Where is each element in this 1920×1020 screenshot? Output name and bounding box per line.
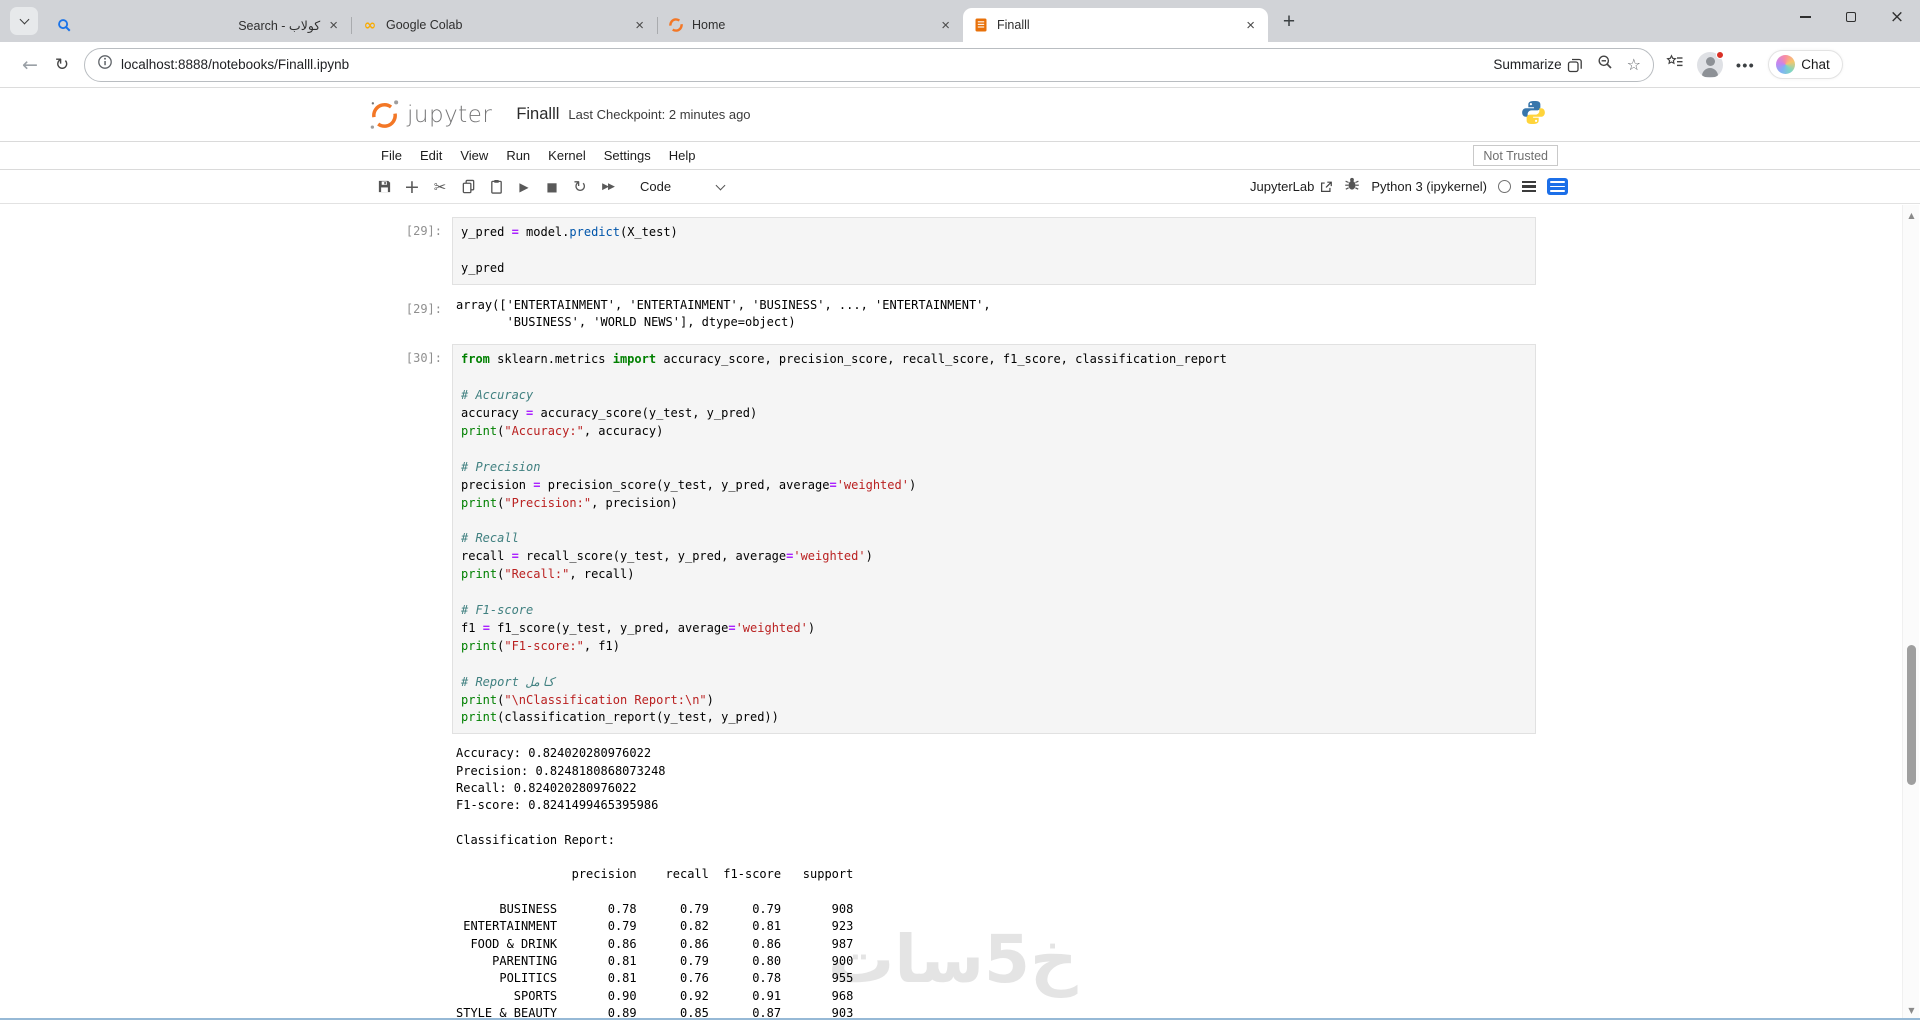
profile-button[interactable] bbox=[1697, 50, 1724, 78]
minimize-button[interactable] bbox=[1782, 0, 1828, 34]
maximize-icon bbox=[1846, 12, 1856, 22]
menu-bar: File Edit View Run Kernel Settings Help … bbox=[0, 141, 1920, 170]
menu-hamburger-icon[interactable] bbox=[1522, 180, 1536, 193]
jupyter-page: خ5سات jupyter Finalll Last Checkpoint: 2… bbox=[0, 88, 1920, 1020]
copilot-chat-button[interactable]: Chat bbox=[1768, 50, 1843, 79]
menu-edit[interactable]: Edit bbox=[411, 148, 451, 163]
tab-jupyter-home[interactable]: Home × bbox=[658, 8, 963, 42]
back-button[interactable]: ← bbox=[14, 49, 46, 81]
settings-more-icon[interactable]: ••• bbox=[1736, 57, 1755, 73]
zoom-out-icon[interactable] bbox=[1597, 54, 1613, 75]
not-trusted-badge[interactable]: Not Trusted bbox=[1473, 145, 1558, 166]
minimize-icon bbox=[1799, 16, 1811, 18]
close-icon: × bbox=[1889, 7, 1905, 27]
code-editor[interactable]: y_pred = model.predict(X_test) y_pred bbox=[452, 217, 1536, 285]
notebook-area: [29]: y_pred = model.predict(X_test) y_p… bbox=[0, 204, 1920, 1020]
refresh-icon: ↻ bbox=[54, 54, 70, 75]
tab-close-icon[interactable]: × bbox=[938, 18, 953, 33]
url-field[interactable]: localhost:8888/notebooks/Finalll.ipynb S… bbox=[84, 47, 1654, 82]
menu-view[interactable]: View bbox=[451, 148, 497, 163]
cell-29-output: [29]: array(['ENTERTAINMENT', 'ENTERTAIN… bbox=[375, 295, 1920, 334]
code-editor[interactable]: from sklearn.metrics import accuracy_sco… bbox=[452, 344, 1536, 735]
checkpoint-text: Last Checkpoint: 2 minutes ago bbox=[568, 107, 751, 122]
external-link-icon bbox=[1321, 181, 1333, 192]
insert-cell-button[interactable]: + bbox=[400, 175, 424, 199]
notebook-title[interactable]: Finalll bbox=[516, 105, 559, 124]
tab-title: Finalll bbox=[997, 18, 1030, 32]
kernel-status-icon bbox=[1498, 180, 1511, 193]
restart-run-all-button[interactable]: ▶▶ bbox=[596, 175, 620, 199]
summarize-icon bbox=[1567, 58, 1582, 72]
python-logo-icon bbox=[1520, 99, 1547, 131]
output-prompt: [29]: bbox=[405, 301, 442, 316]
code-cell-29: [29]: y_pred = model.predict(X_test) y_p… bbox=[375, 217, 1920, 285]
restart-kernel-button[interactable]: ↻ bbox=[568, 175, 592, 199]
cell-type-dropdown[interactable]: Code bbox=[640, 179, 726, 194]
maximize-button[interactable] bbox=[1828, 0, 1874, 34]
tab-search-kolab[interactable]: Search - كولاب × bbox=[46, 8, 351, 42]
scrollbar-thumb[interactable] bbox=[1907, 645, 1916, 785]
scroll-up-icon[interactable]: ▲ bbox=[1903, 207, 1920, 223]
paste-cells-button[interactable] bbox=[484, 175, 508, 199]
refresh-button[interactable]: ↻ bbox=[46, 49, 78, 81]
window-controls: × bbox=[1782, 0, 1920, 34]
tab-finalll-active[interactable]: Finalll × bbox=[963, 8, 1268, 42]
close-window-button[interactable]: × bbox=[1874, 0, 1920, 34]
save-button[interactable] bbox=[372, 175, 396, 199]
cut-cells-button[interactable]: ✂ bbox=[428, 175, 452, 199]
tab-strip: Search - كولاب × ∞ Google Colab × Home ×… bbox=[0, 0, 1920, 42]
menu-file[interactable]: File bbox=[372, 148, 411, 163]
run-cell-button[interactable]: ▶ bbox=[512, 175, 536, 199]
kernel-name[interactable]: Python 3 (ipykernel) bbox=[1371, 179, 1487, 194]
chevron-down-icon bbox=[715, 180, 726, 190]
output-area: Accuracy: 0.824020280976022 Precision: 0… bbox=[456, 746, 854, 1020]
jupyter-favicon-icon bbox=[668, 17, 684, 33]
new-tab-button[interactable]: + bbox=[1274, 7, 1304, 37]
vertical-scrollbar[interactable]: ▲ ▼ bbox=[1902, 205, 1919, 1020]
menu-kernel[interactable]: Kernel bbox=[539, 148, 595, 163]
menu-help[interactable]: Help bbox=[660, 148, 705, 163]
jupyter-logo[interactable]: jupyter bbox=[368, 97, 492, 132]
search-favicon-icon bbox=[56, 17, 72, 33]
jupyter-brand-text: jupyter bbox=[407, 101, 493, 128]
favorites-list-icon[interactable] bbox=[1666, 54, 1684, 75]
input-prompt: [30]: bbox=[405, 351, 442, 366]
jupyter-header: jupyter Finalll Last Checkpoint: 2 minut… bbox=[0, 88, 1920, 141]
interrupt-kernel-button[interactable]: ■ bbox=[540, 175, 564, 199]
tab-search-dropdown-button[interactable] bbox=[10, 7, 38, 35]
menu-run[interactable]: Run bbox=[497, 148, 539, 163]
tab-close-icon[interactable]: × bbox=[632, 18, 647, 33]
code-cell-30: [30]: from sklearn.metrics import accura… bbox=[375, 344, 1920, 735]
address-bar: ← ↻ localhost:8888/notebooks/Finalll.ipy… bbox=[0, 42, 1920, 88]
tab-close-icon[interactable]: × bbox=[326, 18, 341, 33]
tab-title: Home bbox=[692, 18, 726, 32]
url-text[interactable]: localhost:8888/notebooks/Finalll.ipynb bbox=[121, 57, 1493, 72]
jupyter-logo-icon bbox=[370, 100, 399, 129]
copilot-icon bbox=[1776, 55, 1796, 74]
tab-close-icon[interactable]: × bbox=[1243, 18, 1258, 33]
cell-30-output: Accuracy: 0.824020280976022 Precision: 0… bbox=[375, 743, 1920, 1020]
back-arrow-icon: ← bbox=[22, 53, 38, 76]
copy-cells-button[interactable] bbox=[456, 175, 480, 199]
summarize-button[interactable]: Summarize bbox=[1493, 57, 1582, 73]
browser-window: Search - كولاب × ∞ Google Colab × Home ×… bbox=[0, 0, 1920, 1020]
tab-title: Google Colab bbox=[386, 18, 463, 32]
tab-google-colab[interactable]: ∞ Google Colab × bbox=[352, 8, 657, 42]
output-prompt bbox=[375, 743, 452, 1020]
chevron-down-icon bbox=[19, 14, 29, 25]
debugger-bug-icon[interactable] bbox=[1344, 176, 1360, 197]
menu-settings[interactable]: Settings bbox=[595, 148, 660, 163]
input-prompt: [29]: bbox=[405, 224, 442, 238]
output-area: array(['ENTERTAINMENT', 'ENTERTAINMENT',… bbox=[456, 297, 991, 330]
toolbar: + ✂ ▶ ■ ↻ ▶▶ Code JupyterLab Python 3 (i… bbox=[0, 170, 1920, 204]
colab-favicon-icon: ∞ bbox=[363, 16, 377, 34]
notebook-favicon-icon bbox=[973, 17, 989, 33]
settings-panel-icon[interactable] bbox=[1547, 178, 1568, 195]
notification-dot bbox=[1716, 50, 1724, 59]
scroll-down-icon[interactable]: ▼ bbox=[1903, 1002, 1920, 1018]
site-info-icon[interactable] bbox=[97, 54, 113, 75]
favorite-star-icon[interactable]: ☆ bbox=[1627, 55, 1641, 74]
open-jupyterlab-link[interactable]: JupyterLab bbox=[1250, 179, 1333, 194]
tab-title: Search - كولاب bbox=[238, 18, 321, 33]
